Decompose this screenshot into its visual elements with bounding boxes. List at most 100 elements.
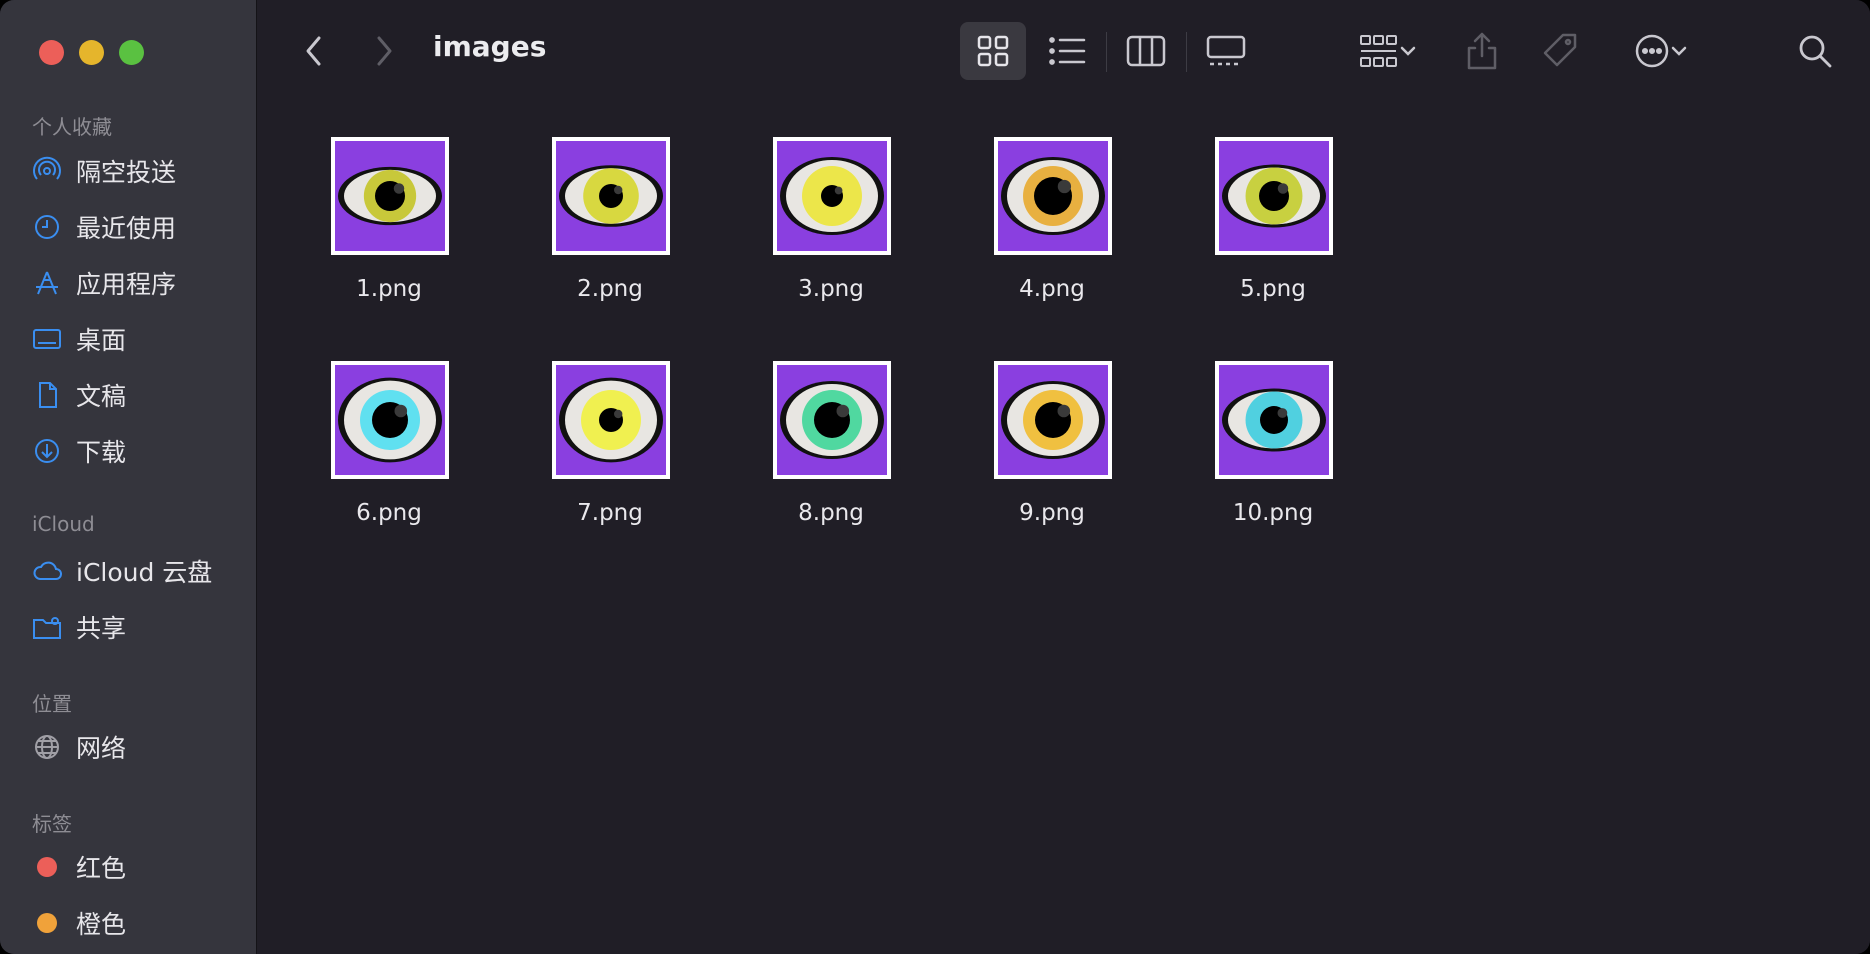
locations-header: 位置 (32, 692, 72, 716)
sidebar-item-downloads[interactable]: 下载 (30, 430, 245, 472)
image-thumbnail[interactable] (331, 361, 449, 479)
image-thumbnail[interactable] (773, 361, 891, 479)
image-thumbnail[interactable] (773, 137, 891, 255)
eye-image (556, 365, 666, 475)
red-tag-dot-icon (30, 852, 64, 882)
icon-view-icon (977, 35, 1009, 67)
clock-icon (30, 212, 64, 242)
image-thumbnail[interactable] (552, 137, 670, 255)
image-thumbnail[interactable] (552, 361, 670, 479)
eye-image (556, 141, 666, 251)
icon-view-button[interactable] (960, 22, 1026, 80)
eye-image (998, 365, 1108, 475)
sidebar-item-applications[interactable]: 应用程序 (30, 262, 245, 304)
icloud-header: iCloud (32, 512, 95, 536)
file-name: 3.png (798, 276, 864, 302)
applications-icon (30, 268, 64, 298)
forward-button[interactable] (366, 30, 402, 72)
orange-tag-dot-icon (30, 908, 64, 938)
file-name: 5.png (1240, 276, 1306, 302)
eye-image (777, 141, 887, 251)
eye-image (1219, 141, 1329, 251)
sidebar-item-label: 应用程序 (76, 270, 177, 299)
image-thumbnail[interactable] (331, 137, 449, 255)
document-icon (30, 380, 64, 410)
list-view-icon (1049, 37, 1086, 65)
zoom-window-button[interactable] (119, 40, 144, 65)
list-view-button[interactable] (1040, 28, 1094, 74)
column-view-button[interactable] (1119, 28, 1173, 74)
sidebar-item-label: 共享 (76, 614, 127, 643)
close-window-button[interactable] (39, 40, 64, 65)
tag-button[interactable] (1538, 26, 1584, 76)
sidebar-item-label: 桌面 (76, 326, 127, 355)
eye-image (335, 365, 445, 475)
sidebar-item-label: 文稿 (76, 382, 127, 411)
toolbar-divider (1106, 32, 1107, 72)
finder-window: 个人收藏 隔空投送 最近使用 应用程序 桌面 文稿 下载 iCloud iClo… (0, 0, 1870, 954)
back-button[interactable] (296, 30, 332, 72)
shared-folder-icon (30, 612, 64, 642)
eye-image (998, 141, 1108, 251)
sidebar-item-label: 橙色 (76, 910, 127, 939)
download-icon (30, 436, 64, 466)
sidebar-item-label: 隔空投送 (76, 158, 177, 187)
airdrop-icon (30, 156, 64, 186)
sidebar-item-icloud-drive[interactable]: iCloud 云盘 (30, 550, 245, 592)
share-icon (1467, 32, 1497, 70)
chevron-down-icon (1400, 46, 1416, 56)
sidebar-item-desktop[interactable]: 桌面 (30, 318, 245, 360)
share-button[interactable] (1460, 26, 1504, 76)
toolbar-divider (1186, 32, 1187, 72)
sidebar-item-label: 红色 (76, 854, 127, 883)
chevron-down-icon (1671, 46, 1687, 56)
sidebar-item-tag-red[interactable]: 红色 (30, 846, 245, 888)
back-icon (306, 36, 321, 66)
more-actions-button[interactable] (1622, 28, 1700, 74)
tag-icon (1543, 33, 1577, 67)
sidebar-item-shared[interactable]: 共享 (30, 606, 245, 648)
group-by-button[interactable] (1348, 28, 1428, 74)
main-content: images 1.png 2.png 3.png 4.png 5.png 6.p… (257, 0, 1870, 954)
search-icon (1799, 35, 1832, 68)
sidebar-item-network[interactable]: 网络 (30, 726, 245, 768)
sidebar-item-recents[interactable]: 最近使用 (30, 206, 245, 248)
file-name: 6.png (356, 500, 422, 526)
image-thumbnail[interactable] (994, 137, 1112, 255)
sidebar-item-label: 网络 (76, 734, 127, 763)
gallery-view-button[interactable] (1197, 28, 1255, 74)
eye-image (777, 365, 887, 475)
search-button[interactable] (1792, 28, 1838, 74)
file-name: 10.png (1232, 500, 1314, 526)
favorites-header: 个人收藏 (32, 115, 112, 139)
file-name: 1.png (356, 276, 422, 302)
file-name: 2.png (577, 276, 643, 302)
sidebar-item-airdrop[interactable]: 隔空投送 (30, 150, 245, 192)
more-icon (1635, 34, 1669, 68)
file-name: 4.png (1019, 276, 1085, 302)
eye-image (335, 141, 445, 251)
image-thumbnail[interactable] (1215, 137, 1333, 255)
gallery-view-icon (1206, 35, 1246, 66)
sidebar-item-documents[interactable]: 文稿 (30, 374, 245, 416)
sidebar-item-label: iCloud 云盘 (76, 558, 213, 587)
file-name: 8.png (798, 500, 864, 526)
sidebar-item-label: 最近使用 (76, 214, 177, 243)
cloud-icon (30, 556, 64, 586)
image-thumbnail[interactable] (1215, 361, 1333, 479)
minimize-window-button[interactable] (79, 40, 104, 65)
column-view-icon (1126, 35, 1166, 67)
forward-icon (377, 36, 392, 66)
globe-icon (30, 732, 64, 762)
window-title: images (433, 30, 547, 63)
image-thumbnail[interactable] (994, 361, 1112, 479)
file-name: 9.png (1019, 500, 1085, 526)
sidebar-item-tag-orange[interactable]: 橙色 (30, 902, 245, 944)
sidebar: 个人收藏 隔空投送 最近使用 应用程序 桌面 文稿 下载 iCloud iClo… (0, 0, 257, 954)
desktop-icon (30, 324, 64, 354)
tags-header: 标签 (32, 812, 72, 836)
group-icon (1360, 35, 1397, 67)
sidebar-item-label: 下载 (76, 438, 127, 467)
file-name: 7.png (577, 500, 643, 526)
eye-image (1219, 365, 1329, 475)
